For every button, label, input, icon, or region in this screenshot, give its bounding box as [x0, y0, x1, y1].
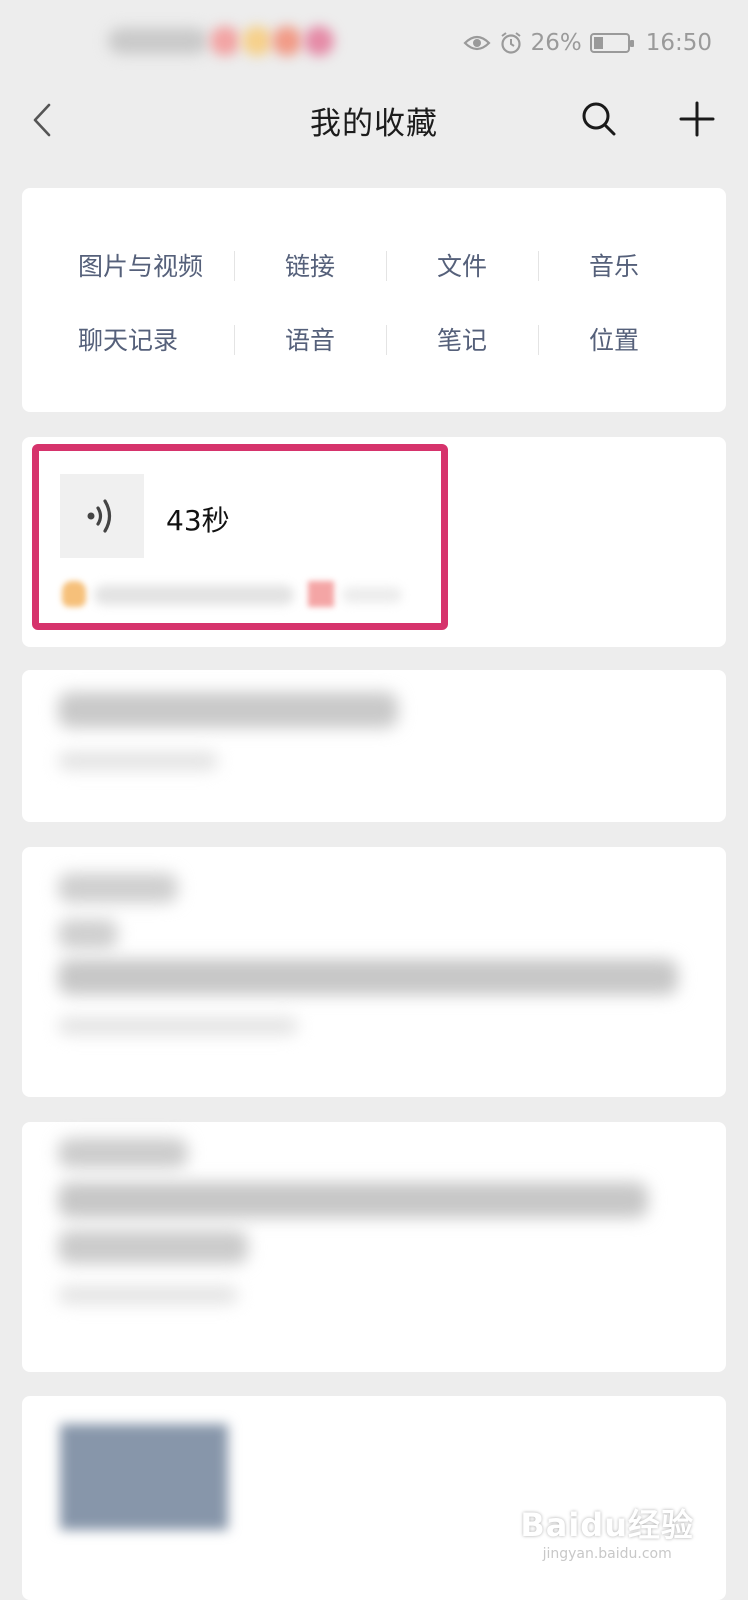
voice-thumbnail [60, 474, 144, 558]
page-title: 我的收藏 [310, 106, 438, 142]
favorite-voice-item[interactable]: 43秒 [22, 437, 726, 647]
status-time: 16:50 [645, 30, 712, 56]
status-indicators: 26% 16:50 [463, 26, 712, 60]
notification-dot [242, 26, 272, 56]
category-music[interactable]: 音乐 [538, 237, 690, 293]
favorite-item-blurred[interactable] [22, 670, 726, 822]
battery-icon [589, 33, 634, 53]
category-voice[interactable]: 语音 [234, 311, 386, 367]
alarm-icon [500, 32, 521, 54]
battery-percent: 26% [530, 30, 582, 56]
status-bar: 26% 16:50 [0, 0, 748, 86]
voice-duration: 43秒 [166, 504, 230, 537]
watermark-logo: Baidu经验 [520, 1506, 694, 1544]
notification-dot [304, 26, 334, 56]
category-notes[interactable]: 笔记 [386, 311, 538, 367]
add-button[interactable] [672, 94, 722, 144]
category-row: 聊天记录 语音 笔记 位置 [22, 311, 726, 367]
plus-icon [679, 101, 715, 137]
search-button[interactable] [574, 94, 624, 144]
voice-wave-icon [87, 499, 112, 533]
favorite-item-blurred[interactable] [22, 847, 726, 1097]
favorite-image-thumbnail [60, 1424, 228, 1530]
favorite-item-blurred[interactable] [22, 1396, 726, 1600]
watermark-url: jingyan.baidu.com [542, 1546, 672, 1562]
nav-header: 我的收藏 [0, 80, 748, 160]
category-location[interactable]: 位置 [538, 311, 690, 367]
category-chat-history[interactable]: 聊天记录 [22, 311, 234, 367]
category-images-videos[interactable]: 图片与视频 [22, 237, 234, 293]
eye-icon [463, 35, 491, 51]
favorite-item-blurred[interactable] [22, 1122, 726, 1372]
watermark: Baidu经验 jingyan.baidu.com [520, 1500, 694, 1562]
category-files[interactable]: 文件 [386, 237, 538, 293]
category-row: 图片与视频 链接 文件 音乐 [22, 237, 726, 293]
category-filter-card: 图片与视频 链接 文件 音乐 聊天记录 语音 笔记 位置 [22, 188, 726, 412]
notification-dot [210, 26, 240, 56]
search-icon [582, 102, 616, 136]
category-links[interactable]: 链接 [234, 237, 386, 293]
carrier-info [108, 28, 208, 54]
favorite-source-blurred [62, 579, 402, 607]
notification-dot [272, 26, 302, 56]
